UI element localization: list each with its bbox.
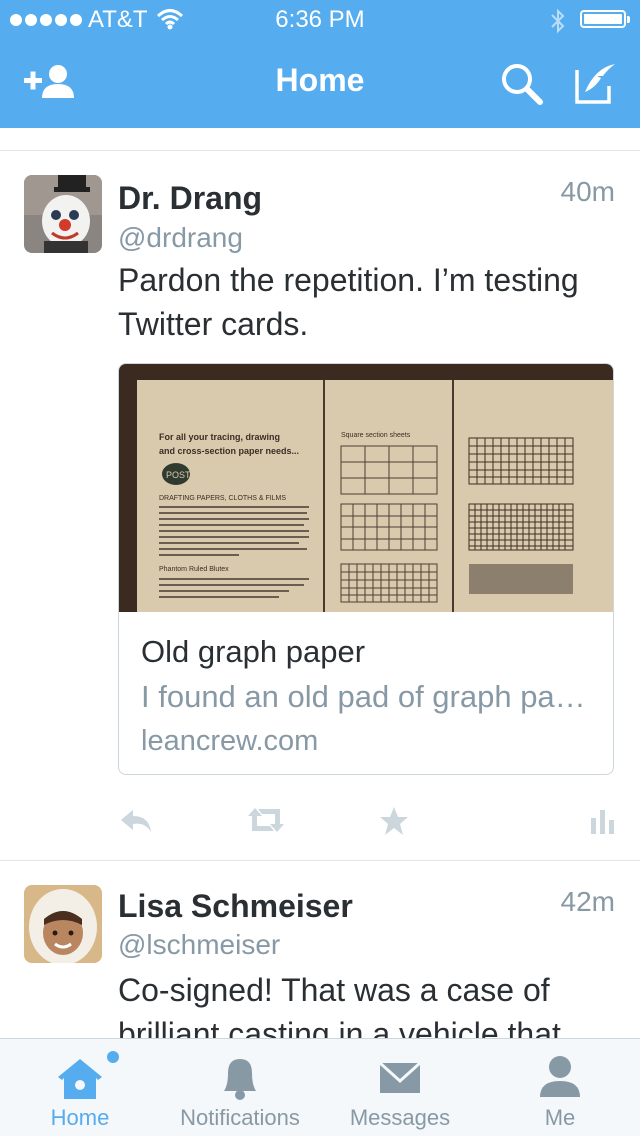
svg-text:DRAFTING PAPERS, CLOTHS & FILM: DRAFTING PAPERS, CLOTHS & FILMS xyxy=(159,495,286,502)
svg-text:and cross-section paper needs.: and cross-section paper needs... xyxy=(159,446,299,456)
reply-icon[interactable] xyxy=(119,806,153,839)
card-title[interactable]: Old graph paper xyxy=(141,634,365,670)
avatar[interactable] xyxy=(24,175,102,253)
tab-notifications[interactable]: Notifications xyxy=(160,1039,320,1137)
tab-messages[interactable]: Messages xyxy=(320,1039,480,1137)
tab-me[interactable]: Me xyxy=(480,1039,640,1137)
svg-text:POST: POST xyxy=(166,470,191,480)
link-card[interactable]: For all your tracing, drawing and cross-… xyxy=(118,363,614,775)
svg-text:Square section sheets: Square section sheets xyxy=(341,432,411,439)
envelope-icon xyxy=(378,1061,422,1093)
bell-icon xyxy=(224,1059,256,1100)
tab-label: Home xyxy=(50,1105,110,1130)
svg-text:Phantom Ruled Blutex: Phantom Ruled Blutex xyxy=(159,566,229,573)
card-description: I found an old pad of graph paper in my … xyxy=(141,679,599,714)
retweet-icon[interactable] xyxy=(246,806,286,839)
user-handle[interactable]: @drdrang xyxy=(118,222,243,254)
home-icon xyxy=(58,1051,119,1099)
svg-text:For all your tracing, drawing: For all your tracing, drawing xyxy=(159,432,280,442)
tab-label: Messages xyxy=(349,1105,451,1130)
tab-home[interactable]: Home xyxy=(0,1039,160,1137)
tab-label: Notifications xyxy=(180,1105,300,1130)
card-image: For all your tracing, drawing and cross-… xyxy=(119,364,613,612)
favorite-icon[interactable] xyxy=(379,806,409,841)
tab-label: Me xyxy=(544,1105,576,1130)
user-name[interactable]: Dr. Drang xyxy=(118,180,262,217)
tweet-actions xyxy=(0,806,640,838)
user-name[interactable]: Lisa Schmeiser xyxy=(118,888,353,925)
tweet-item[interactable]: Lisa Schmeiser @lschmeiser 42m Co-signed… xyxy=(0,861,640,1038)
tweet-text: Pardon the repetition. I’m testing Twitt… xyxy=(118,262,579,342)
tweet-text: Co-signed! That was a case of brilliant … xyxy=(118,972,561,1038)
tab-bar: Home Notifications Messages Me xyxy=(0,1038,640,1136)
stats-icon[interactable] xyxy=(591,806,615,839)
user-handle[interactable]: @lschmeiser xyxy=(118,929,280,961)
card-domain[interactable]: leancrew.com xyxy=(141,725,318,758)
tweet-timestamp: 40m xyxy=(560,176,615,207)
tweet-timestamp: 42m xyxy=(560,886,615,917)
tweet-item[interactable]: Dr. Drang @drdrang 40m Pardon the repeti… xyxy=(0,0,640,860)
person-icon xyxy=(540,1056,580,1097)
avatar[interactable] xyxy=(24,885,102,963)
